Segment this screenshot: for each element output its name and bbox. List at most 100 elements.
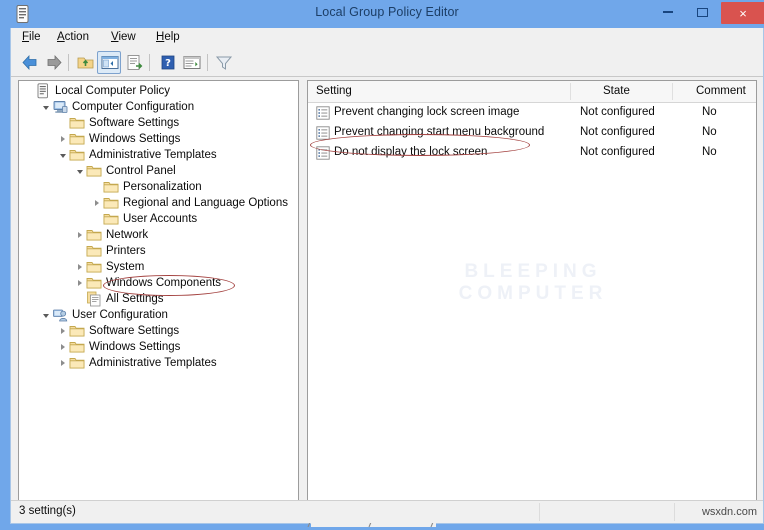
chevron-down-icon[interactable] (57, 147, 69, 163)
setting-comment: No (702, 146, 717, 158)
column-divider[interactable] (570, 83, 571, 100)
tree-item[interactable]: Windows Components (74, 275, 221, 291)
folder-icon (103, 179, 119, 195)
tree-item[interactable]: All Settings (74, 291, 164, 307)
tree-item-label: Personalization (123, 181, 202, 193)
tree-item-label: Regional and Language Options (123, 197, 288, 209)
tree-item[interactable]: Windows Settings (57, 339, 180, 355)
tree-item-label: Software Settings (89, 325, 180, 337)
chevron-right-icon[interactable] (57, 323, 69, 339)
export-list-icon[interactable] (124, 52, 146, 73)
tree-item[interactable]: Windows Settings (57, 131, 180, 147)
settings-list-panel[interactable]: BLEEPING COMPUTER Setting State Comment … (307, 80, 757, 522)
computer-icon (52, 99, 68, 115)
properties-icon[interactable] (181, 52, 203, 73)
tree-item[interactable]: Control Panel (74, 163, 176, 179)
tree-item[interactable]: Printers (74, 243, 146, 259)
tree-item-label: Windows Settings (89, 341, 181, 353)
policy-document-icon (35, 83, 51, 99)
settings-row[interactable]: Prevent changing start menu background No… (308, 123, 756, 143)
setting-state: Not configured (580, 146, 655, 158)
tree-item-label: Software Settings (89, 117, 180, 129)
filter-icon[interactable] (213, 52, 235, 73)
status-setting-count: 3 setting(s) (19, 505, 76, 517)
maximize-button[interactable] (687, 0, 717, 24)
folder-icon (86, 275, 102, 291)
tree-item-label: All Settings (106, 293, 164, 305)
tree-item-label: User Configuration (72, 309, 168, 321)
minimize-button[interactable] (653, 0, 683, 24)
show-hide-tree-icon[interactable] (99, 52, 121, 73)
chevron-down-icon[interactable] (40, 307, 52, 323)
chevron-down-icon[interactable] (74, 163, 86, 179)
svg-text:?: ? (165, 58, 171, 69)
menu-file[interactable]: File (20, 31, 43, 43)
toolbar-separator (207, 54, 208, 71)
toolbar-separator (68, 54, 69, 71)
tree-item[interactable]: Local Computer Policy (23, 83, 170, 99)
setting-state: Not configured (580, 106, 655, 118)
chevron-right-icon[interactable] (74, 259, 86, 275)
tree-item[interactable]: Personalization (91, 179, 202, 195)
tree-item[interactable]: System (74, 259, 144, 275)
settings-row[interactable]: Do not display the lock screen Not config… (308, 143, 756, 163)
column-divider[interactable] (672, 83, 673, 100)
watermark-line-2: COMPUTER (458, 283, 608, 304)
watermark-line-1: BLEEPING (464, 261, 602, 282)
settings-row[interactable]: Prevent changing lock screen image Not co… (308, 103, 756, 123)
tree-item[interactable]: Network (74, 227, 148, 243)
tree-item-label: Windows Components (106, 277, 222, 289)
tree-item[interactable]: Administrative Templates (57, 355, 217, 371)
policy-setting-icon (316, 106, 330, 120)
tree-item[interactable]: Regional and Language Options (91, 195, 288, 211)
tree-item[interactable]: User Accounts (91, 211, 197, 227)
app-window: Local Group Policy Editor × File Action … (0, 0, 764, 530)
chevron-down-icon[interactable] (40, 99, 52, 115)
close-icon: × (739, 5, 747, 21)
chevron-right-icon[interactable] (57, 355, 69, 371)
column-header-setting[interactable]: Setting (316, 85, 352, 97)
tree-item[interactable]: User Configuration (40, 307, 168, 323)
chevron-right-icon[interactable] (74, 227, 86, 243)
status-divider (674, 503, 675, 521)
tree-item[interactable]: Software Settings (57, 115, 179, 131)
forward-icon[interactable] (43, 52, 65, 73)
column-header-state[interactable]: State (603, 85, 630, 97)
panel-splitter[interactable] (299, 80, 306, 522)
console-tree-panel[interactable]: Local Computer Policy Computer Configurat… (18, 80, 299, 522)
help-icon[interactable]: ? (157, 52, 179, 73)
tree-item[interactable]: Computer Configuration (40, 99, 194, 115)
menu-help[interactable]: Help (154, 31, 182, 43)
close-button[interactable]: × (721, 2, 764, 24)
folder-icon (69, 355, 85, 371)
column-header-comment[interactable]: Comment (696, 85, 746, 97)
folder-icon (103, 211, 119, 227)
all-settings-icon (86, 291, 102, 307)
menu-bar: File Action View Help (11, 28, 763, 50)
tree-item[interactable]: Administrative Templates (57, 147, 217, 163)
client-area: File Action View Help ? Local Computer P… (10, 28, 764, 527)
status-divider (539, 503, 540, 521)
chevron-right-icon[interactable] (74, 275, 86, 291)
tree-item[interactable]: Software Settings (57, 323, 179, 339)
tree-item-label: Administrative Templates (89, 357, 217, 369)
toolbar: ? (11, 49, 763, 77)
folder-icon (86, 163, 102, 179)
menu-action[interactable]: Action (55, 31, 91, 43)
folder-icon (69, 339, 85, 355)
user-icon (52, 307, 68, 323)
tree-item-label: User Accounts (123, 213, 198, 225)
up-one-level-icon[interactable] (75, 52, 97, 73)
bleeping-computer-watermark: BLEEPING COMPUTER (338, 261, 728, 305)
status-bar: 3 setting(s) wsxdn.com (11, 500, 763, 523)
chevron-right-icon[interactable] (57, 131, 69, 147)
tree-item-label: Network (106, 229, 149, 241)
chevron-right-icon[interactable] (57, 339, 69, 355)
chevron-right-icon[interactable] (91, 195, 103, 211)
menu-view[interactable]: View (109, 31, 138, 43)
back-icon[interactable] (19, 52, 41, 73)
